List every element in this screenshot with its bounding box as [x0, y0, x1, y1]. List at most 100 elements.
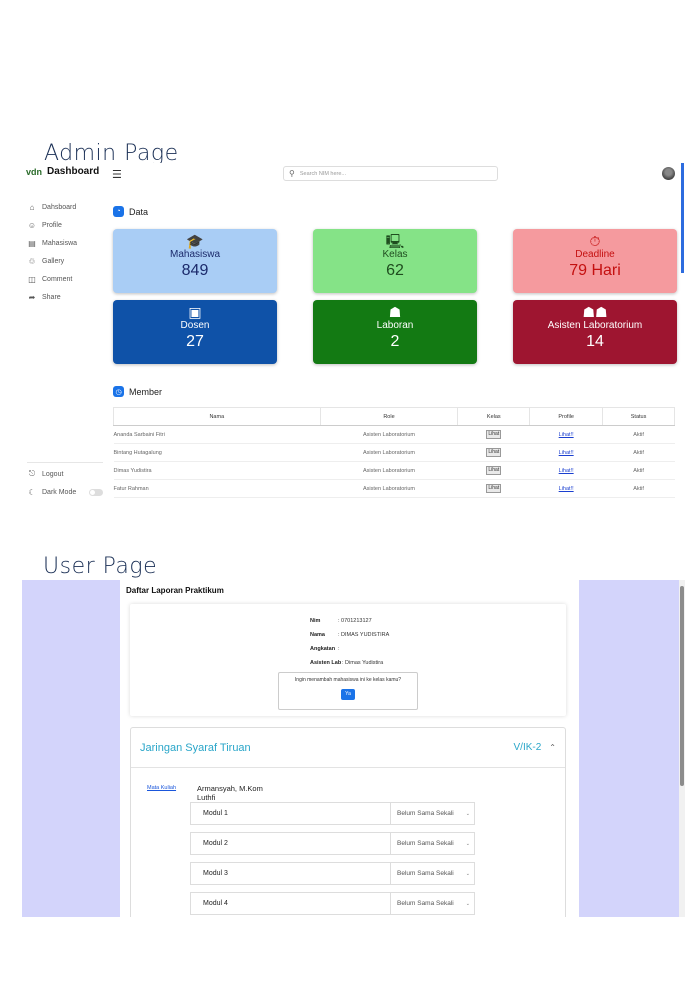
computer-icon: 🖳 — [385, 233, 405, 249]
gallery-icon: ♲ — [28, 256, 36, 266]
clock-icon: ◷ — [113, 386, 124, 397]
user-page-heading: User Page — [43, 554, 158, 579]
col-status: Status — [602, 407, 675, 426]
mahasiswa-icon: ▤ — [28, 238, 36, 248]
profile-icon: ☺ — [27, 220, 37, 230]
cell-profile: Lihat!! — [529, 443, 603, 462]
course-name: Jaringan Syaraf Tiruan — [140, 741, 251, 754]
card-dosen[interactable]: ▣ Dosen 27 — [113, 300, 277, 364]
cell-kelas: Lihat — [457, 425, 530, 444]
student-info-card: Nim: 0701213127 Nama: DIMAS YUDISTIRA An… — [130, 604, 566, 716]
sidebar-item-label: Dahsboard — [42, 203, 77, 211]
profile-link[interactable]: Lihat!! — [559, 486, 574, 492]
card-mahasiswa[interactable]: 🎓 Mahasiswa 849 — [113, 229, 277, 293]
modul-status-select[interactable]: Belum Sama Sekali ⌄ — [390, 892, 474, 915]
modul-name: Modul 4 — [203, 900, 228, 907]
search-icon: ⚲ — [289, 169, 295, 178]
card-value: 27 — [186, 333, 204, 350]
member-title: Member — [129, 386, 163, 397]
left-gutter — [22, 580, 120, 917]
table-row: Fatur Rahman Asisten Laboratorium Lihat … — [113, 479, 675, 498]
dark-mode-toggle[interactable] — [89, 488, 103, 496]
info-value: : 0701213127 — [338, 618, 372, 624]
chevron-down-icon: ⌄ — [465, 810, 470, 817]
admin-main: ☰ ⚲ Search NIM here... ◔ Data 🎓 Mahasisw… — [105, 163, 685, 503]
modul-status-select[interactable]: Belum Sama Sekali ⌄ — [390, 802, 474, 825]
modul-status-select[interactable]: Belum Sama Sekali ⌄ — [390, 832, 474, 855]
cell-profile: Lihat!! — [529, 461, 603, 480]
card-value: 849 — [181, 262, 209, 279]
member-table: Nama Role Kelas Profile Status Ananda Sa… — [113, 407, 675, 498]
user-gear-icon: ☗ — [388, 304, 402, 320]
select-value: Belum Sama Sekali — [397, 870, 454, 877]
sidebar-item-profile[interactable]: ☺ Profile — [27, 216, 77, 234]
profile-link[interactable]: Lihat!! — [559, 450, 574, 456]
table-row: Ananda Sarbaini Fitri Asisten Laboratori… — [113, 425, 675, 444]
graduation-cap-icon: 🎓 — [186, 233, 204, 249]
info-key: Nama — [310, 632, 325, 638]
home-icon: ⌂ — [29, 202, 35, 212]
sidebar-item-gallery[interactable]: ♲ Gallery — [27, 252, 77, 270]
card-label: Deadline — [575, 249, 615, 260]
card-value: 79 Hari — [569, 262, 621, 279]
card-laboran[interactable]: ☗ Laboran 2 — [313, 300, 477, 364]
confirm-text: Ingin menambah mahasiswa ini ke kelas ka… — [294, 677, 402, 683]
sidebar-item-mahasiswa[interactable]: ▤ Mahasiswa — [27, 234, 77, 252]
logout-button[interactable]: ⎋ Logout — [27, 465, 103, 483]
card-label: Mahasiswa — [169, 249, 221, 260]
avatar[interactable] — [662, 167, 675, 180]
cell-kelas: Lihat — [457, 443, 530, 462]
card-label: Dosen — [180, 320, 210, 331]
card-asisten-lab[interactable]: ☗☗ Asisten Laboratorium 14 — [513, 300, 677, 364]
col-nama: Nama — [113, 407, 321, 426]
sidebar-item-label: Share — [42, 293, 61, 301]
confirm-yes-button[interactable]: Ya — [341, 689, 355, 700]
lihat-kelas-button[interactable]: Lihat — [486, 484, 502, 493]
search-input[interactable]: ⚲ Search NIM here... — [283, 166, 498, 181]
select-value: Belum Sama Sekali — [397, 900, 454, 907]
modul-status-select[interactable]: Belum Sama Sekali ⌄ — [390, 862, 474, 885]
stopwatch-icon: ⏱ — [589, 233, 601, 249]
page-title: Daftar Laporan Praktikum — [126, 586, 224, 595]
sidebar-item-comment[interactable]: ◫ Comment — [27, 270, 77, 288]
scrollbar[interactable] — [679, 580, 685, 917]
users-gear-icon: ☗☗ — [582, 304, 608, 320]
sidebar-item-label: Mahasiswa — [42, 239, 78, 247]
select-value: Belum Sama Sekali — [397, 840, 454, 847]
sidebar-item-label: Profile — [42, 221, 62, 229]
menu-icon[interactable]: ☰ — [112, 168, 122, 181]
profile-link[interactable]: Lihat!! — [559, 468, 574, 474]
modul-row: Modul 2 Belum Sama Sekali ⌄ — [190, 832, 475, 855]
comment-icon: ◫ — [28, 274, 36, 284]
brand-title: Dashboard — [47, 166, 100, 177]
search-placeholder: Search NIM here... — [299, 170, 347, 177]
sidebar-item-share[interactable]: ➦ Share — [27, 288, 77, 306]
scrollbar[interactable] — [681, 163, 684, 273]
cell-nama: Fatur Rahman — [113, 479, 321, 498]
cell-kelas: Lihat — [457, 461, 530, 480]
user-screenshot: Daftar Laporan Praktikum Nim: 0701213127… — [22, 580, 685, 917]
sidebar-item-dashboard[interactable]: ⌂ Dahsboard — [27, 198, 77, 216]
lihat-kelas-button[interactable]: Lihat — [486, 448, 502, 457]
lihat-kelas-button[interactable]: Lihat — [486, 466, 502, 475]
cell-role: Asisten Laboratorium — [320, 461, 458, 480]
card-label: Kelas — [382, 249, 408, 260]
modul-row: Modul 3 Belum Sama Sekali ⌄ — [190, 862, 475, 885]
course-header[interactable]: Jaringan Syaraf Tiruan V/IK-2 ⌃ — [131, 728, 565, 768]
modul-row: Modul 1 Belum Sama Sekali ⌄ — [190, 802, 475, 825]
logout-label: Logout — [42, 470, 64, 478]
card-deadline[interactable]: ⏱ Deadline 79 Hari — [513, 229, 677, 293]
lihat-kelas-button[interactable]: Lihat — [486, 430, 502, 439]
course-code: V/IK-2 — [513, 742, 542, 753]
scrollbar-thumb[interactable] — [680, 586, 684, 786]
logout-icon: ⎋ — [28, 469, 36, 478]
cell-nama: Ananda Sarbaini Fitri — [113, 425, 321, 444]
table-row: Dimas Yudistira Asisten Laboratorium Lih… — [113, 461, 675, 480]
profile-link[interactable]: Lihat!! — [559, 432, 574, 438]
card-kelas[interactable]: 🖳 Kelas 62 — [313, 229, 477, 293]
data-section-title: ◔ Data — [113, 206, 148, 217]
cell-role: Asisten Laboratorium — [320, 443, 458, 462]
brand[interactable]: vdn Dashboard — [26, 166, 99, 177]
card-label: Laboran — [376, 320, 414, 331]
chevron-up-icon[interactable]: ⌃ — [549, 743, 556, 752]
